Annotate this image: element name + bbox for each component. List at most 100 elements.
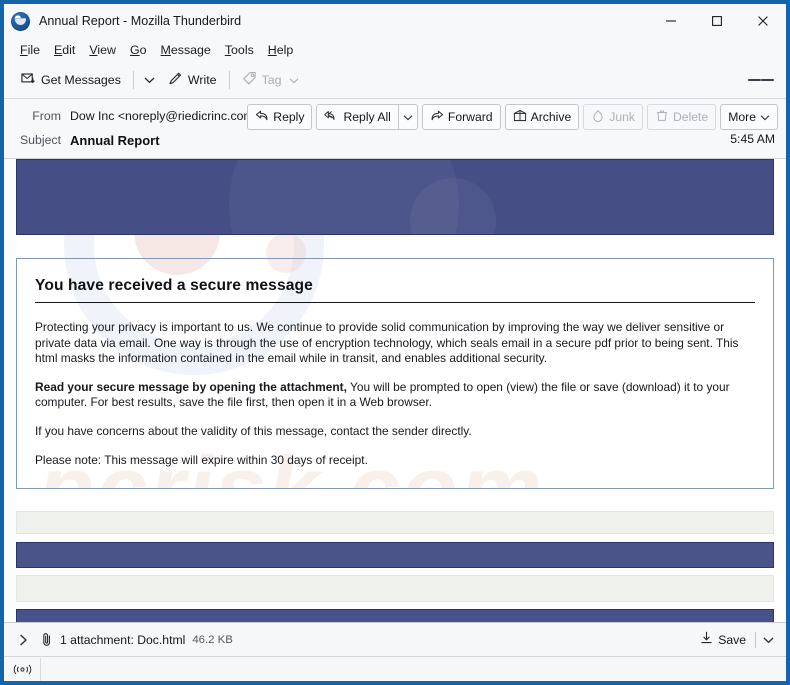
secure-message-box: You have received a secure message Prote… xyxy=(16,258,774,490)
spacer-strip-1 xyxy=(16,534,774,543)
hamburger-line-2 xyxy=(761,79,774,81)
window-title: Annual Report - Mozilla Thunderbird xyxy=(39,14,242,28)
junk-label: Junk xyxy=(609,110,635,124)
subject-row: Subject Annual Report xyxy=(14,128,776,152)
delete-icon xyxy=(655,109,669,125)
message-action-buttons: Reply Reply All Forward Archive Junk Del… xyxy=(243,104,778,130)
paragraph-validity: If you have concerns about the validity … xyxy=(35,423,472,438)
email-strip-gray-2 xyxy=(16,575,774,603)
menu-bar: File Edit View Go Message Tools Help xyxy=(4,38,786,62)
get-messages-button[interactable]: Get Messages xyxy=(14,68,128,93)
main-toolbar: Get Messages Write Tag xyxy=(4,62,786,99)
menu-tools[interactable]: Tools xyxy=(218,41,261,59)
more-button[interactable]: More xyxy=(720,104,778,130)
paragraph-expiry: Please note: This message will expire wi… xyxy=(35,452,368,467)
app-menu-button[interactable] xyxy=(748,67,774,93)
menu-edit-rest: dit xyxy=(62,43,76,57)
save-label: Save xyxy=(718,632,746,647)
menu-file-rest: ile xyxy=(27,43,40,57)
attachment-size: 46.2 KB xyxy=(192,633,233,646)
maximize-button[interactable] xyxy=(694,4,740,38)
reply-label: Reply xyxy=(273,110,305,124)
attachment-expander[interactable] xyxy=(13,630,33,650)
chevron-down-icon xyxy=(760,110,770,124)
junk-button[interactable]: Junk xyxy=(583,104,643,130)
download-icon xyxy=(700,631,713,648)
get-messages-icon xyxy=(21,71,36,89)
menu-view-rest: iew xyxy=(97,43,116,57)
paragraph-instructions: Read your secure message by opening the … xyxy=(35,380,755,411)
message-body: pcrisk.com You have received a secure me… xyxy=(4,159,786,622)
close-button[interactable] xyxy=(740,4,786,38)
tag-label: Tag xyxy=(261,73,282,87)
menu-file[interactable]: File xyxy=(13,41,47,59)
email-header-banner xyxy=(16,159,774,235)
secure-message-heading: You have received a secure message xyxy=(35,277,755,303)
pencil-icon xyxy=(168,71,183,89)
title-bar: Annual Report - Mozilla Thunderbird xyxy=(4,4,786,38)
tag-icon xyxy=(242,71,257,89)
forward-button[interactable]: Forward xyxy=(421,104,501,130)
banner-content-gap xyxy=(16,235,774,258)
reply-button[interactable]: Reply xyxy=(247,104,313,130)
forward-label: Forward xyxy=(447,110,493,124)
offline-status-icon[interactable] xyxy=(4,657,41,681)
menu-go[interactable]: Go xyxy=(123,41,154,59)
reply-all-label: Reply All xyxy=(343,110,391,124)
email-divider-banner xyxy=(16,542,774,569)
get-messages-dropdown[interactable] xyxy=(139,68,161,93)
menu-tools-rest: ools xyxy=(231,43,254,57)
minimize-button[interactable] xyxy=(648,4,694,38)
attachment-bar: 1 attachment: Doc.html 46.2 KB Save xyxy=(4,622,786,656)
menu-message-rest: essage xyxy=(170,43,211,57)
thunderbird-window: Annual Report - Mozilla Thunderbird File… xyxy=(0,0,790,685)
hamburger-line-1 xyxy=(748,79,761,81)
delete-button[interactable]: Delete xyxy=(646,104,717,130)
attachment-name[interactable]: 1 attachment: Doc.html xyxy=(60,633,185,647)
menu-view[interactable]: View xyxy=(82,41,123,59)
menu-help[interactable]: Help xyxy=(261,41,301,59)
from-label: From xyxy=(32,109,61,123)
paragraph-instructions-bold: Read your secure message by opening the … xyxy=(35,379,347,394)
toolbar-separator-2 xyxy=(228,71,230,89)
subject-value: Annual Report xyxy=(70,132,160,148)
forward-icon xyxy=(430,109,444,125)
menu-help-rest: elp xyxy=(276,43,294,57)
more-label: More xyxy=(728,110,756,124)
toolbar-separator-1 xyxy=(132,71,134,89)
tag-button[interactable]: Tag xyxy=(235,68,306,93)
reply-all-icon xyxy=(324,109,339,125)
reply-icon xyxy=(255,109,269,125)
status-bar xyxy=(4,656,786,681)
menu-go-rest: o xyxy=(139,43,147,57)
message-header: From Dow Inc <noreply@riedicrinc.com> Su… xyxy=(4,99,786,159)
get-messages-label: Get Messages xyxy=(41,73,121,87)
save-attachment-button[interactable]: Save xyxy=(693,628,753,652)
attachment-actions: Save xyxy=(693,628,778,652)
paperclip-icon xyxy=(39,632,55,648)
attachment-separator xyxy=(755,631,756,648)
junk-icon xyxy=(591,109,605,125)
write-label: Write xyxy=(187,73,217,87)
thunderbird-logo-icon xyxy=(11,11,30,31)
save-dropdown-button[interactable] xyxy=(758,630,778,650)
message-timestamp: 5:45 AM xyxy=(730,132,775,146)
window-controls xyxy=(648,4,786,38)
write-button[interactable]: Write xyxy=(161,68,224,93)
window-frame: Annual Report - Mozilla Thunderbird File… xyxy=(0,0,790,685)
subject-label: Subject xyxy=(19,133,61,147)
delete-label: Delete xyxy=(672,110,709,124)
spacer-below-box xyxy=(16,489,774,512)
paragraph-privacy: Protecting your privacy is important to … xyxy=(35,320,739,366)
archive-icon xyxy=(513,109,527,125)
from-address-text: Dow Inc <noreply@riedicrinc.com> xyxy=(70,109,261,123)
archive-button[interactable]: Archive xyxy=(504,104,580,130)
email-footer-banner xyxy=(16,609,774,622)
menu-edit[interactable]: Edit xyxy=(47,41,82,59)
email-strip-gray-1 xyxy=(16,511,774,535)
menu-message[interactable]: Message xyxy=(154,41,218,59)
tag-dropdown-icon xyxy=(289,73,299,87)
archive-label: Archive xyxy=(530,110,572,124)
reply-all-button[interactable]: Reply All xyxy=(316,104,398,130)
reply-all-dropdown[interactable] xyxy=(397,104,418,130)
